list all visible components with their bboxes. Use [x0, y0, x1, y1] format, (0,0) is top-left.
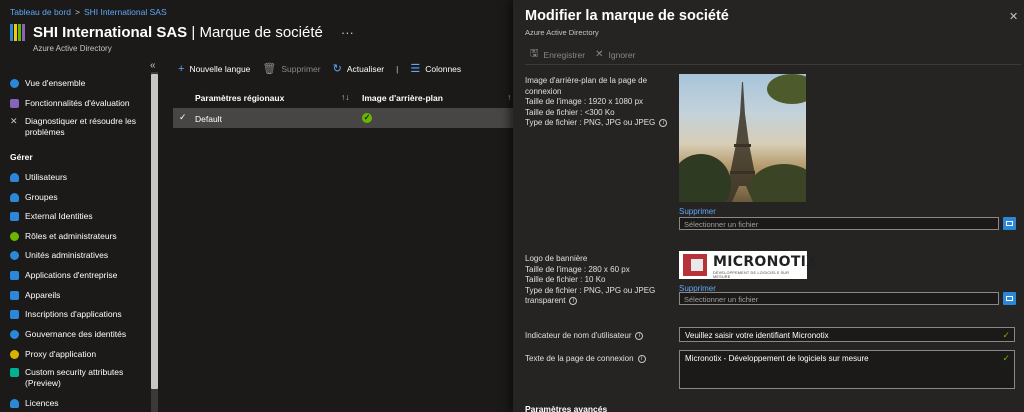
- separator-icon: |: [396, 64, 399, 74]
- collapse-sidebar-icon[interactable]: «: [150, 60, 156, 71]
- sort-icon[interactable]: ↑↓: [341, 92, 350, 102]
- divider: [525, 64, 1021, 65]
- company-branding-icon: [10, 24, 25, 41]
- devices-icon: [10, 291, 19, 300]
- sidebar: « Vue d'ensemble Fonctionnalités d'évalu…: [0, 60, 160, 412]
- main-blade: Tableau de bord > SHI International SAS SH…: [0, 0, 513, 412]
- page-title: SHI International SAS | Marque de sociét…: [33, 24, 323, 41]
- column-header-locale[interactable]: Paramètres régionaux: [195, 93, 284, 103]
- banner-logo-preview: MICRONOTIX DÉVELOPPEMENT DE LOGICIELS SU…: [679, 251, 817, 279]
- page-header: SHI International SAS | Marque de sociét…: [10, 24, 354, 41]
- refresh-icon: ↻: [332, 63, 342, 75]
- columns-button[interactable]: ☰ Colonnes: [410, 63, 461, 75]
- background-file-input[interactable]: Sélectionner un fichier: [679, 217, 999, 230]
- user-icon: [10, 173, 19, 182]
- close-icon[interactable]: ✕: [1009, 10, 1018, 23]
- delete-background-link[interactable]: Supprimer: [679, 207, 716, 216]
- sidebar-item-overview[interactable]: Vue d'ensemble: [10, 78, 140, 89]
- info-icon[interactable]: i: [659, 118, 668, 127]
- locale-cell: Default: [195, 114, 222, 124]
- banner-logo-label: Logo de bannière Taille de l'image : 280…: [525, 254, 656, 305]
- close-icon: ✕: [595, 49, 604, 60]
- breadcrumb-separator: >: [74, 7, 80, 17]
- app-proxy-icon: [10, 350, 19, 359]
- plus-icon: +: [178, 63, 185, 75]
- sidebar-item-roles[interactable]: Rôles et administrateurs: [10, 231, 140, 242]
- sidebar-item-admin-units[interactable]: Unités administratives: [10, 250, 140, 261]
- banner-logo-tagline: DÉVELOPPEMENT DE LOGICIELS SUR MESURE: [713, 271, 790, 279]
- sidebar-item-custom-security-attributes[interactable]: Custom security attributes (Preview): [10, 367, 140, 389]
- app-registrations-icon: [10, 310, 19, 319]
- save-button[interactable]: 🖫 Enregistrer: [530, 46, 585, 63]
- signin-text-label: Texte de la page de connexion i: [525, 354, 685, 365]
- sidebar-item-users[interactable]: Utilisateurs: [10, 172, 140, 183]
- sidebar-scrollbar-thumb[interactable]: [151, 74, 158, 389]
- breadcrumb-home[interactable]: Tableau de bord: [10, 7, 71, 17]
- breadcrumb: Tableau de bord > SHI International SAS: [10, 7, 167, 17]
- enterprise-apps-icon: [10, 271, 19, 280]
- identity-governance-icon: [10, 330, 19, 339]
- info-circle-icon: [10, 79, 19, 88]
- admin-units-icon: [10, 251, 19, 260]
- sidebar-item-app-proxy[interactable]: Proxy d'application: [10, 349, 140, 360]
- sidebar-item-preview-features[interactable]: Fonctionnalités d'évaluation: [10, 98, 140, 109]
- column-header-background-image[interactable]: Image d'arrière-plan: [362, 93, 443, 103]
- sidebar-item-devices[interactable]: Appareils: [10, 290, 140, 301]
- external-identities-icon: [10, 212, 19, 221]
- more-options-icon[interactable]: ···: [341, 25, 354, 40]
- new-language-button[interactable]: + Nouvelle langue: [178, 63, 250, 75]
- panel-subtitle: Azure Active Directory: [525, 28, 599, 37]
- banner-logo-text: MICRONOTIX: [713, 254, 818, 270]
- delete-button[interactable]: 🗑 Supprimer: [262, 63, 320, 75]
- username-hint-label: Indicateur de nom d'utilisateur i: [525, 331, 685, 342]
- signin-text-textarea[interactable]: Micronotix - Développement de logiciels …: [679, 350, 1015, 389]
- page-subtitle: Azure Active Directory: [33, 44, 112, 53]
- edit-branding-panel: Modifier la marque de société Azure Acti…: [513, 0, 1024, 412]
- info-icon[interactable]: i: [569, 296, 578, 305]
- sidebar-item-identity-governance[interactable]: Gouvernance des identités: [10, 329, 140, 340]
- browse-folder-icon[interactable]: [1003, 292, 1016, 305]
- browse-folder-icon[interactable]: [1003, 217, 1016, 230]
- table-row[interactable]: ✓ Default ✓: [173, 108, 513, 128]
- command-bar: + Nouvelle langue 🗑 Supprimer ↻ Actualiser …: [178, 63, 473, 75]
- preview-icon: [10, 99, 19, 108]
- row-check-icon[interactable]: ✓: [179, 112, 187, 123]
- panel-title: Modifier la marque de société: [525, 8, 729, 24]
- wrench-icon: ✕: [10, 116, 18, 126]
- info-icon[interactable]: i: [637, 354, 646, 363]
- save-icon: 🖫: [530, 48, 539, 59]
- background-image-preview: [679, 74, 806, 202]
- banner-file-input[interactable]: Sélectionner un fichier: [679, 292, 999, 305]
- discard-button[interactable]: ✕ Ignorer: [595, 49, 635, 60]
- username-hint-input[interactable]: Veuillez saisir votre identifiant Micron…: [679, 327, 1015, 342]
- sidebar-item-diagnose[interactable]: ✕ Diagnostiquer et résoudre les problèmes: [10, 116, 140, 138]
- breadcrumb-current[interactable]: SHI International SAS: [84, 7, 167, 17]
- sidebar-section-manage: Gérer: [10, 152, 33, 162]
- valid-check-icon: ✓: [1002, 353, 1010, 363]
- group-icon: [10, 193, 19, 202]
- panel-command-bar: 🖫 Enregistrer ✕ Ignorer: [530, 46, 645, 63]
- success-check-icon: ✓: [362, 113, 372, 123]
- refresh-button[interactable]: ↻ Actualiser: [332, 63, 385, 75]
- advanced-settings-header[interactable]: Paramètres avancés: [525, 404, 607, 412]
- sidebar-item-external-identities[interactable]: External Identities: [10, 211, 140, 222]
- roles-icon: [10, 232, 19, 241]
- custom-attributes-icon: [10, 368, 19, 377]
- licenses-icon: [10, 399, 19, 408]
- grid-header: Paramètres régionaux ↑↓ Image d'arrière-…: [173, 88, 513, 106]
- sort-icon[interactable]: ↑: [507, 92, 511, 102]
- valid-check-icon: ✓: [1002, 330, 1010, 340]
- sidebar-item-app-registrations[interactable]: Inscriptions d'applications: [10, 309, 140, 320]
- sidebar-item-licenses[interactable]: Licences: [10, 398, 140, 409]
- columns-icon: ☰: [410, 63, 421, 75]
- sidebar-item-groups[interactable]: Groupes: [10, 192, 140, 203]
- sidebar-item-enterprise-apps[interactable]: Applications d'entreprise: [10, 270, 140, 281]
- background-image-label: Image d'arrière-plan de la page de conne…: [525, 76, 675, 129]
- info-icon[interactable]: i: [635, 331, 644, 340]
- trash-icon: 🗑: [262, 63, 277, 75]
